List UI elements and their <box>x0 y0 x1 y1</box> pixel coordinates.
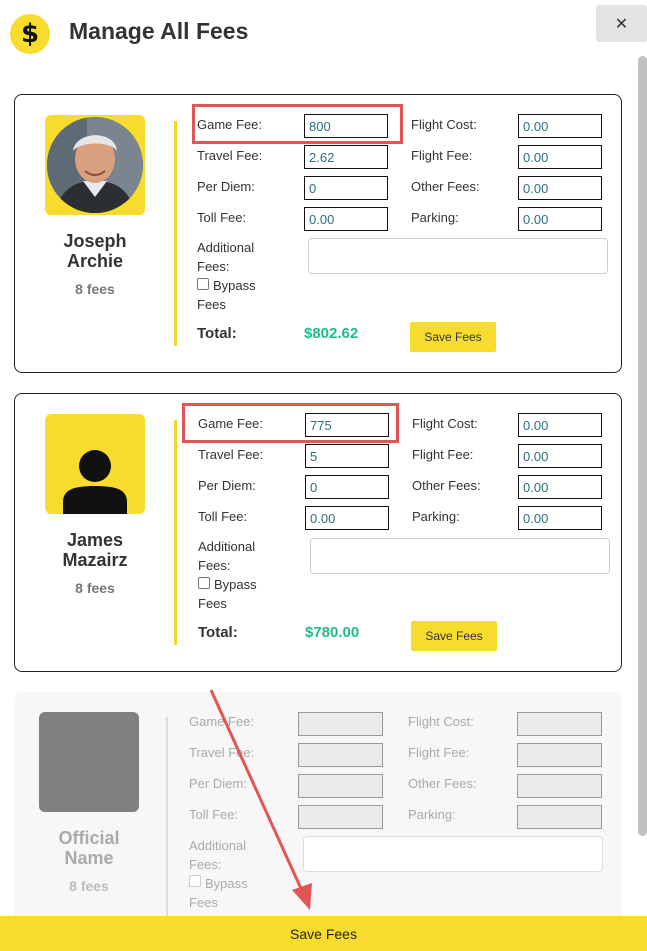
parking-label: Parking: <box>411 210 459 225</box>
flight-cost-input <box>517 712 602 736</box>
total-label: Total: <box>198 624 238 641</box>
other-fees-input <box>517 774 602 798</box>
flight-fee-input[interactable] <box>518 145 602 169</box>
official-name-last: Mazairz <box>62 550 128 570</box>
bypass-fees-label: Bypass <box>214 577 257 592</box>
parking-label: Parking: <box>412 509 460 524</box>
flight-cost-input[interactable] <box>518 114 602 138</box>
divider <box>166 717 168 922</box>
parking-input[interactable] <box>518 506 602 530</box>
toll-fee-label: Toll Fee: <box>198 509 248 524</box>
additional-fees-label-2: Fees: <box>198 558 231 573</box>
other-fees-label: Other Fees: <box>412 478 481 493</box>
toll-fee-label: Toll Fee: <box>189 807 239 822</box>
flight-fee-input[interactable] <box>518 444 602 468</box>
profile-photo <box>47 117 143 213</box>
total-value: $780.00 <box>305 624 360 641</box>
additional-fees-label: Additional <box>197 240 255 255</box>
additional-fees-textarea[interactable] <box>310 538 610 574</box>
highlight-annotation <box>182 403 399 443</box>
travel-fee-label: Travel Fee: <box>197 148 263 163</box>
travel-fee-label: Travel Fee: <box>198 447 264 462</box>
game-fee-input <box>298 712 383 736</box>
other-fees-label: Other Fees: <box>411 179 480 194</box>
additional-fees-textarea <box>303 836 603 872</box>
total-label: Total: <box>197 325 237 342</box>
flight-fee-label: Flight Fee: <box>408 745 470 760</box>
flight-cost-input[interactable] <box>518 413 602 437</box>
additional-fees-label: Additional <box>198 539 256 554</box>
additional-fees-label-2: Fees: <box>189 857 222 872</box>
official-name-first: Joseph <box>63 231 127 251</box>
avatar <box>45 115 145 215</box>
official-card: James Mazairz 8 fees Game Fee: Travel Fe… <box>14 393 622 672</box>
per-diem-label: Per Diem: <box>197 179 255 194</box>
parking-label: Parking: <box>408 807 456 822</box>
fee-count: 8 fees <box>69 878 109 894</box>
parking-input <box>517 805 602 829</box>
toll-fee-input[interactable] <box>305 506 389 530</box>
bypass-fees-checkbox[interactable] <box>197 278 209 290</box>
parking-input[interactable] <box>518 207 602 231</box>
travel-fee-label: Travel Fee: <box>189 745 255 760</box>
toll-fee-input[interactable] <box>304 207 388 231</box>
save-all-fees-button[interactable]: Save Fees <box>0 916 647 951</box>
toll-fee-label: Toll Fee: <box>197 210 247 225</box>
flight-cost-label: Flight Cost: <box>411 117 477 132</box>
per-diem-input[interactable] <box>304 176 388 200</box>
bypass-fees-label: Bypass <box>213 278 256 293</box>
other-fees-input[interactable] <box>518 475 602 499</box>
flight-fee-label: Flight Fee: <box>412 447 474 462</box>
travel-fee-input[interactable] <box>305 444 389 468</box>
avatar-placeholder <box>39 712 139 812</box>
bypass-fees-checkbox <box>189 875 201 887</box>
divider <box>174 420 177 645</box>
save-fees-button[interactable]: Save Fees <box>411 621 497 651</box>
game-fee-label: Game Fee: <box>189 714 255 729</box>
bypass-fees-label-2: Fees <box>197 297 226 312</box>
additional-fees-textarea[interactable] <box>308 238 608 274</box>
official-card: Joseph Archie 8 fees Game Fee: Travel Fe… <box>14 94 622 373</box>
other-fees-label: Other Fees: <box>408 776 477 791</box>
bypass-fees-label-2: Fees <box>198 596 227 611</box>
scrollbar[interactable] <box>636 56 647 916</box>
official-name-first: James <box>66 530 124 550</box>
dollar-icon: $ <box>10 14 50 54</box>
bypass-fees-checkbox[interactable] <box>198 577 210 589</box>
additional-fees-label: Additional <box>189 838 247 853</box>
highlight-annotation <box>192 104 403 144</box>
per-diem-label: Per Diem: <box>198 478 256 493</box>
additional-fees-label-2: Fees: <box>197 259 230 274</box>
official-name-first: Official <box>58 828 120 848</box>
flight-cost-label: Flight Cost: <box>412 416 478 431</box>
per-diem-label: Per Diem: <box>189 776 247 791</box>
modal-header: $ Manage All Fees ✕ <box>0 0 647 64</box>
per-diem-input[interactable] <box>305 475 389 499</box>
divider <box>174 121 177 346</box>
flight-fee-label: Flight Fee: <box>411 148 473 163</box>
travel-fee-input[interactable] <box>304 145 388 169</box>
user-silhouette-icon <box>63 450 127 514</box>
flight-cost-label: Flight Cost: <box>408 714 474 729</box>
fee-count: 8 fees <box>75 580 115 596</box>
total-value: $802.62 <box>304 325 359 342</box>
per-diem-input <box>298 774 383 798</box>
save-fees-button[interactable]: Save Fees <box>410 322 496 352</box>
other-fees-input[interactable] <box>518 176 602 200</box>
close-button[interactable]: ✕ <box>596 5 647 42</box>
bypass-fees-label: Bypass <box>205 876 248 891</box>
official-name-last: Name <box>64 848 114 868</box>
official-name-last: Archie <box>66 251 124 271</box>
travel-fee-input <box>298 743 383 767</box>
scrollbar-thumb[interactable] <box>638 56 647 836</box>
fee-count: 8 fees <box>75 281 115 297</box>
toll-fee-input <box>298 805 383 829</box>
flight-fee-input <box>517 743 602 767</box>
bypass-fees-label-2: Fees <box>189 895 218 910</box>
official-card-placeholder: Official Name 8 fees Game Fee: Travel Fe… <box>14 692 622 932</box>
modal-title: Manage All Fees <box>69 18 249 44</box>
avatar <box>45 414 145 514</box>
